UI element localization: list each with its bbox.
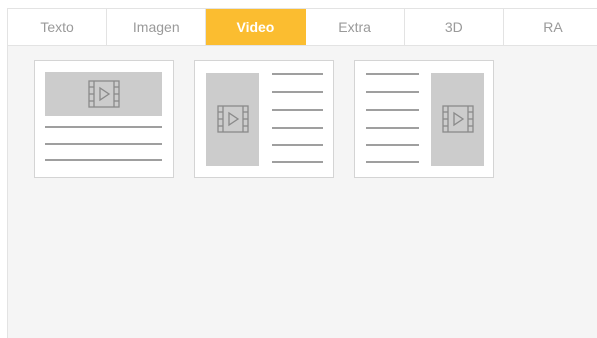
layout-video-left-text-right[interactable]	[194, 60, 334, 178]
text-lines	[272, 73, 323, 163]
text-lines	[45, 126, 162, 161]
layout-text-left-video-right[interactable]	[354, 60, 494, 178]
video-placeholder	[45, 72, 162, 116]
tab-3d[interactable]: 3D	[405, 9, 504, 45]
text-lines	[366, 73, 419, 163]
layout-video-top-text-below[interactable]	[34, 60, 174, 178]
tab-extra[interactable]: Extra	[306, 9, 405, 45]
tab-imagen[interactable]: Imagen	[107, 9, 207, 45]
video-placeholder	[431, 73, 484, 166]
tab-bar: Texto Imagen Video Extra 3D RA	[7, 8, 597, 46]
tab-video[interactable]: Video	[206, 9, 306, 45]
video-placeholder	[206, 73, 259, 166]
tab-texto[interactable]: Texto	[8, 9, 108, 45]
tab-ra[interactable]: RA	[504, 9, 597, 45]
